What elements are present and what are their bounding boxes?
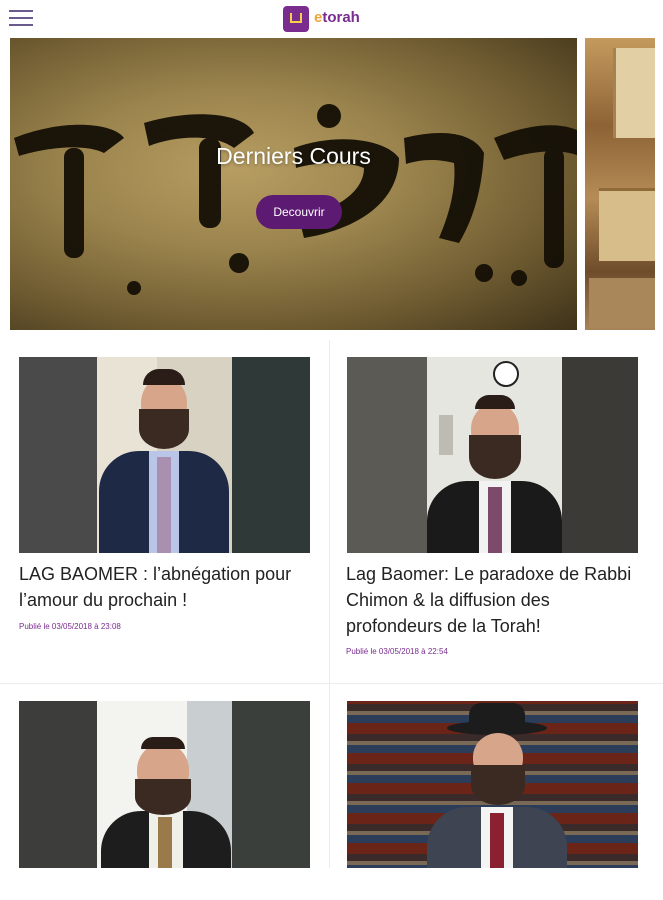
logo-wordmark: etorah bbox=[314, 9, 360, 26]
speaker-figure bbox=[99, 369, 229, 553]
course-card[interactable] bbox=[0, 684, 329, 874]
top-app-bar: etorah bbox=[0, 0, 663, 36]
etorah-logo[interactable]: etorah bbox=[283, 4, 373, 34]
course-date: Publié le 03/05/2018 à 23:08 bbox=[19, 622, 121, 631]
course-card[interactable] bbox=[329, 684, 663, 874]
course-thumbnail[interactable] bbox=[19, 701, 310, 871]
page-bottom-edge bbox=[0, 868, 663, 900]
speaker-figure bbox=[427, 387, 562, 553]
decouvrir-button[interactable]: Decouvrir bbox=[256, 195, 342, 229]
hero-next-slide-preview[interactable] bbox=[585, 38, 655, 330]
hero-title: Derniers Cours bbox=[216, 143, 371, 169]
logo-mark-icon bbox=[283, 6, 309, 32]
course-thumbnail[interactable] bbox=[347, 701, 638, 871]
speaker-figure bbox=[427, 703, 567, 871]
hero-banner[interactable]: Derniers Cours Decouvrir bbox=[10, 38, 577, 330]
hebrew-script-background-image bbox=[14, 104, 577, 295]
course-thumbnail[interactable] bbox=[19, 357, 310, 553]
course-date: Publié le 03/05/2018 à 22:54 bbox=[346, 647, 448, 656]
speaker-figure bbox=[101, 737, 231, 871]
course-title[interactable]: Lag Baomer: Le paradoxe de Rabbi Chimon … bbox=[346, 561, 646, 639]
course-card[interactable]: Lag Baomer: Le paradoxe de Rabbi Chimon … bbox=[329, 340, 663, 683]
course-thumbnail[interactable] bbox=[347, 357, 638, 553]
hamburger-menu-icon[interactable] bbox=[9, 10, 33, 26]
course-card[interactable]: LAG BAOMER : l’abnégation pour l’amour d… bbox=[0, 340, 329, 683]
course-title[interactable]: LAG BAOMER : l’abnégation pour l’amour d… bbox=[19, 561, 311, 613]
